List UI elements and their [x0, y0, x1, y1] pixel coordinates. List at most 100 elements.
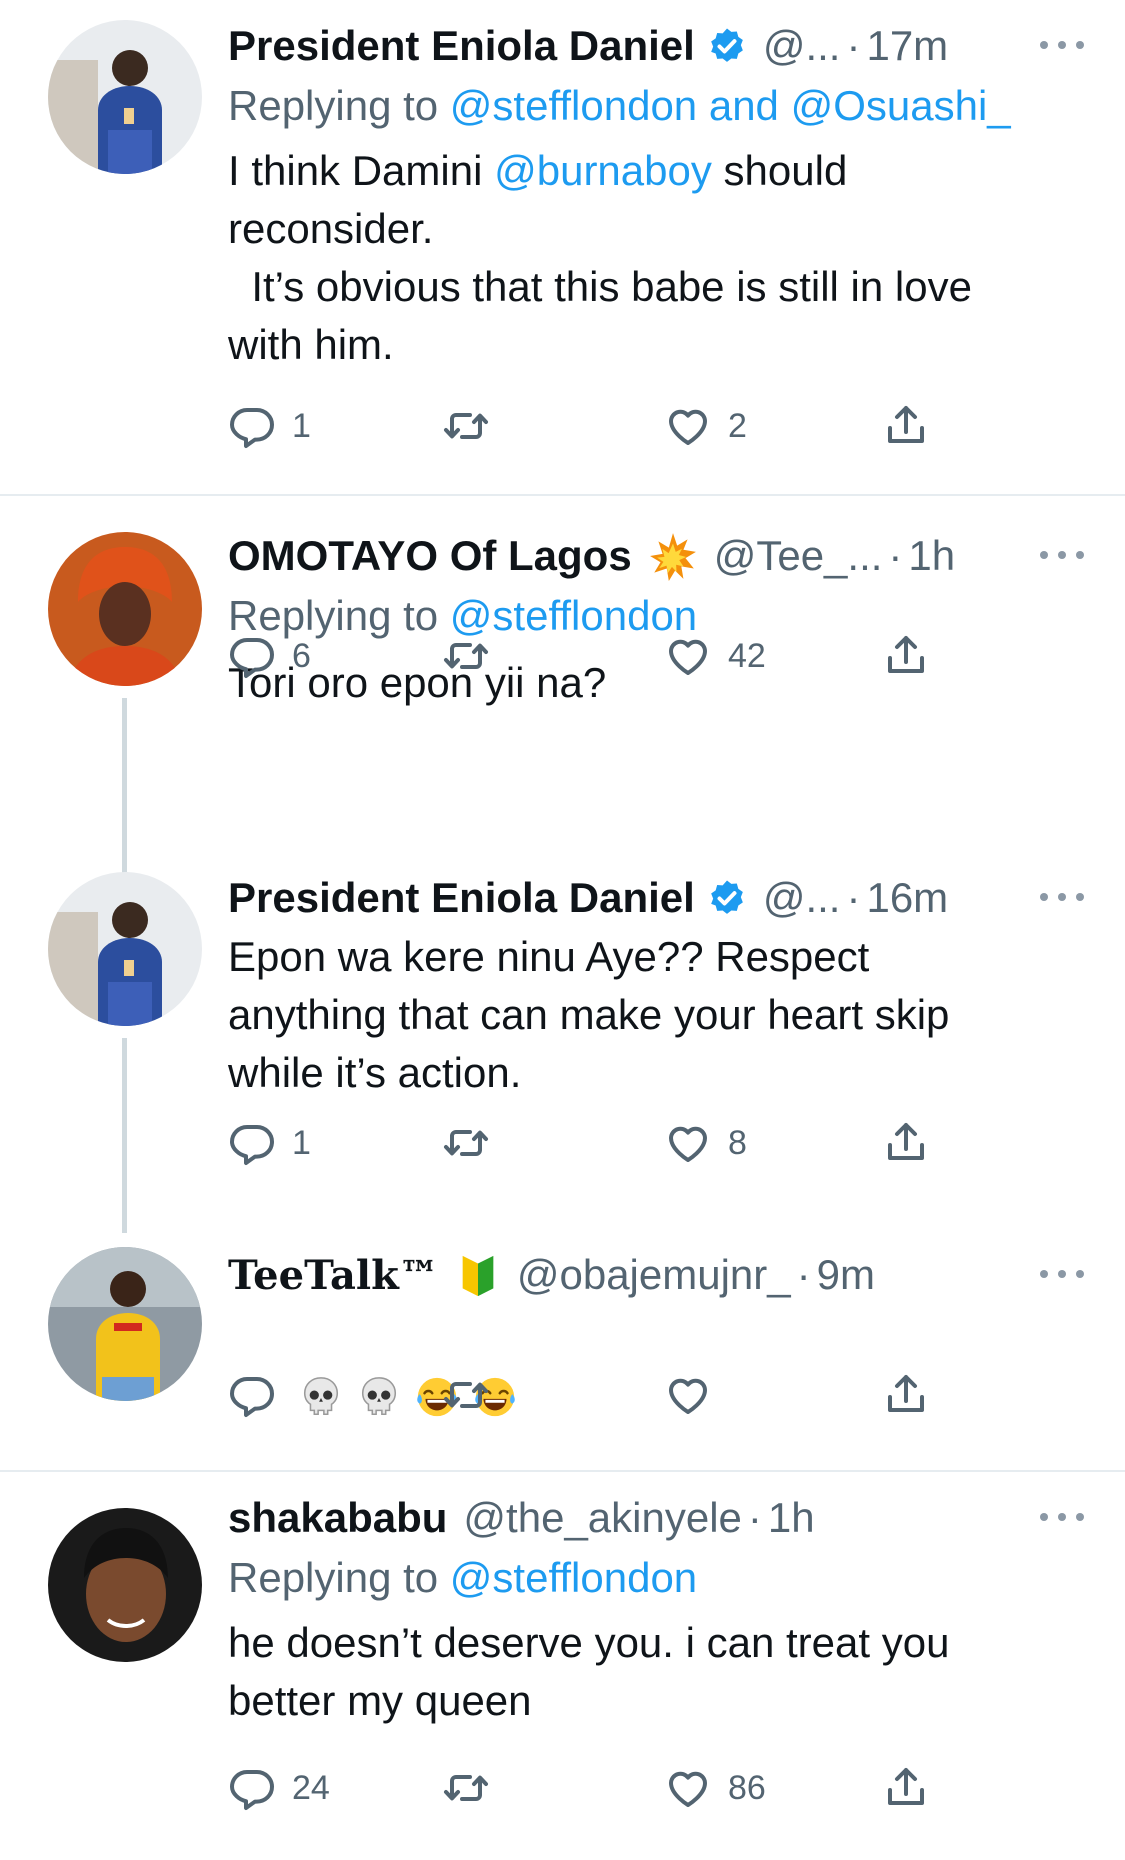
- retweet-button[interactable]: [442, 1365, 506, 1425]
- display-name[interactable]: TeeTalk™: [228, 1252, 439, 1299]
- tweet-text: he doesn’t deserve you. i can treat you …: [228, 1619, 950, 1724]
- avatar[interactable]: [48, 532, 202, 686]
- beginner-emoji-icon: [457, 1252, 499, 1298]
- thread-line: [122, 1038, 127, 1233]
- like-count: 42: [728, 636, 766, 675]
- replying-to: Replying to @stefflondon: [228, 1548, 1078, 1608]
- display-name[interactable]: shakababu: [228, 1494, 447, 1542]
- retweet-button[interactable]: [442, 1113, 506, 1173]
- handle[interactable]: @...: [763, 22, 841, 70]
- reply-count: 1: [292, 406, 311, 445]
- reply-count: 24: [292, 1768, 330, 1807]
- handle[interactable]: @the_akinyele: [463, 1494, 741, 1542]
- reply-icon: [228, 1371, 276, 1419]
- reply-button[interactable]: [228, 1365, 292, 1425]
- timestamp[interactable]: 9m: [817, 1251, 875, 1299]
- reply-count: 1: [292, 1123, 311, 1162]
- mention-link[interactable]: @burnaboy: [494, 147, 712, 194]
- display-name[interactable]: President Eniola Daniel: [228, 22, 695, 70]
- verified-badge-icon: [707, 26, 747, 66]
- like-icon: [664, 632, 712, 680]
- like-icon: [664, 1764, 712, 1812]
- like-button[interactable]: 2: [664, 396, 747, 456]
- mention-link[interactable]: @Osuashi_: [791, 82, 1011, 129]
- mention-link[interactable]: @stefflondon: [450, 82, 697, 129]
- retweet-button[interactable]: [442, 626, 506, 686]
- action-bar: 24 86: [228, 1758, 948, 1818]
- avatar[interactable]: [48, 1508, 202, 1662]
- more-icon[interactable]: [1040, 882, 1084, 912]
- handle[interactable]: @...: [763, 874, 841, 922]
- tweet-text-part: I think Damini: [228, 147, 495, 194]
- like-icon: [664, 1119, 712, 1167]
- timestamp[interactable]: 1h: [768, 1494, 815, 1542]
- action-bar: 1 8: [228, 1113, 948, 1173]
- verified-badge-icon: [707, 878, 747, 918]
- share-icon: [882, 632, 930, 680]
- retweet-icon: [442, 1764, 490, 1812]
- share-button[interactable]: [882, 1365, 930, 1425]
- more-icon[interactable]: [1040, 30, 1084, 60]
- more-icon[interactable]: [1040, 540, 1084, 570]
- retweet-icon: [442, 402, 490, 450]
- replying-prefix: Replying to: [228, 82, 450, 129]
- avatar[interactable]: [48, 1247, 202, 1401]
- separator-dot: ·: [796, 1251, 811, 1298]
- retweet-icon: [442, 1371, 490, 1419]
- share-icon: [882, 402, 930, 450]
- action-bar: 6 42: [228, 626, 948, 686]
- tweet[interactable]: TeeTalk™ @obajemujnr_ · 9m: [0, 1233, 1125, 1471]
- tweet[interactable]: President Eniola Daniel @... · 16m Epon …: [0, 858, 1125, 1233]
- action-bar: 1 2: [228, 396, 948, 456]
- like-button[interactable]: [664, 1365, 728, 1425]
- tweet-text: Epon wa kere ninu Aye?? Respect anything…: [228, 933, 950, 1096]
- like-icon: [664, 1371, 712, 1419]
- reply-button[interactable]: 24: [228, 1758, 330, 1818]
- timestamp[interactable]: 1h: [908, 532, 955, 580]
- share-button[interactable]: [882, 626, 930, 686]
- tweet[interactable]: shakababu @the_akinyele · 1h Replying to…: [0, 1472, 1125, 1860]
- share-button[interactable]: [882, 396, 930, 456]
- like-icon: [664, 402, 712, 450]
- collision-emoji-icon: [648, 531, 698, 581]
- share-button[interactable]: [882, 1758, 930, 1818]
- separator-dot: ·: [747, 1494, 762, 1541]
- share-icon: [882, 1764, 930, 1812]
- like-button[interactable]: 8: [664, 1113, 747, 1173]
- like-count: 2: [728, 406, 747, 445]
- like-button[interactable]: 42: [664, 626, 766, 686]
- reply-button[interactable]: 1: [228, 396, 311, 456]
- more-icon[interactable]: [1040, 1502, 1084, 1532]
- like-button[interactable]: 86: [664, 1758, 766, 1818]
- timestamp[interactable]: 17m: [866, 22, 948, 70]
- retweet-button[interactable]: [442, 1758, 506, 1818]
- avatar[interactable]: [48, 872, 202, 1026]
- share-button[interactable]: [882, 1113, 930, 1173]
- replying-to: Replying to @stefflondon and @Osuashi_: [228, 76, 1078, 136]
- separator-dot: ·: [888, 532, 903, 579]
- retweet-icon: [442, 1119, 490, 1167]
- reply-count: 6: [292, 636, 311, 675]
- separator-dot: ·: [846, 22, 861, 69]
- avatar[interactable]: [48, 20, 202, 174]
- reply-button[interactable]: 6: [228, 626, 311, 686]
- handle[interactable]: @obajemujnr_: [517, 1251, 791, 1299]
- replying-conjunction: and: [697, 82, 791, 129]
- tweet[interactable]: OMOTAYO Of Lagos @Tee_... · 1h Replying …: [0, 496, 1125, 858]
- replying-prefix: Replying to: [228, 1554, 450, 1601]
- tweet[interactable]: President Eniola Daniel @... · 17m Reply…: [0, 0, 1125, 496]
- like-count: 8: [728, 1123, 747, 1162]
- display-name[interactable]: OMOTAYO Of Lagos: [228, 532, 632, 580]
- timestamp[interactable]: 16m: [866, 874, 948, 922]
- retweet-icon: [442, 632, 490, 680]
- separator-dot: ·: [846, 874, 861, 921]
- handle[interactable]: @Tee_...: [714, 532, 883, 580]
- like-count: 86: [728, 1768, 766, 1807]
- display-name[interactable]: President Eniola Daniel: [228, 874, 695, 922]
- mention-link[interactable]: @stefflondon: [450, 1554, 697, 1601]
- share-icon: [882, 1371, 930, 1419]
- retweet-button[interactable]: [442, 396, 506, 456]
- more-icon[interactable]: [1040, 1259, 1084, 1289]
- reply-icon: [228, 1119, 276, 1167]
- reply-button[interactable]: 1: [228, 1113, 311, 1173]
